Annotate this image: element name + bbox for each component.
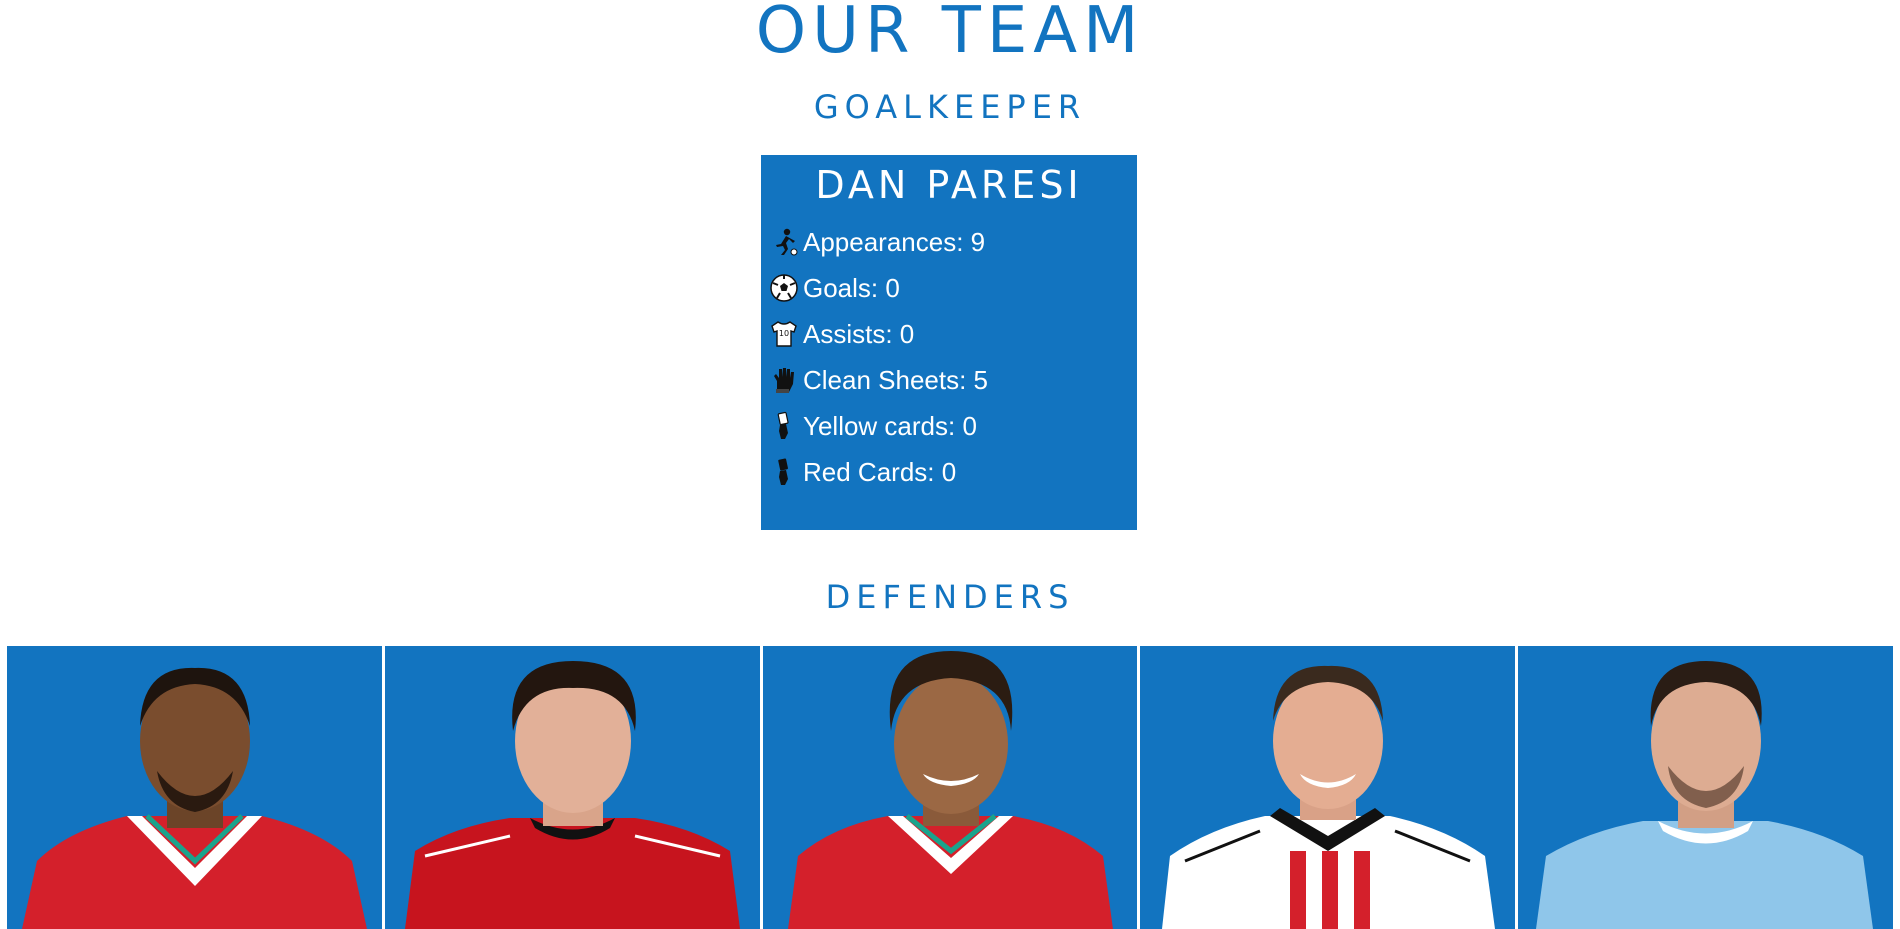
player-photo [1536,661,1874,929]
stat-label: Yellow cards: 0 [803,410,977,441]
stat-assists: 10 Assists: 0 [769,311,1137,357]
stat-label: Appearances: 9 [803,226,986,257]
player-name: DAN PARESI [815,163,1083,207]
player-photo [787,651,1113,929]
soccer-ball-icon [769,273,799,303]
stat-clean-sheets: Clean Sheets: 5 [769,357,1137,403]
player-photo [22,667,367,929]
stat-label: Red Cards: 0 [803,456,957,487]
page-title: OUR TEAM [755,0,1145,68]
stat-label: Clean Sheets: 5 [803,364,989,395]
goalkeeper-glove-icon [769,365,799,395]
defender-card[interactable] [7,646,382,929]
svg-text:10: 10 [779,329,789,338]
yellow-card-icon [769,411,799,441]
player-photo [404,661,740,929]
stat-yellow-cards: Yellow cards: 0 [769,403,1137,449]
stat-label: Assists: 0 [803,318,915,349]
defender-card[interactable] [1140,646,1516,929]
stat-label: Goals: 0 [803,272,900,303]
defender-card[interactable] [1518,646,1893,929]
stat-appearances: Appearances: 9 [769,219,1137,265]
stat-list: Appearances: 9 Goals: 0 10 Assists: 0 Cl… [761,219,1137,495]
defenders-section-title: DEFENDERS [825,578,1075,616]
jersey-icon: 10 [769,319,799,349]
player-kick-icon [769,227,799,257]
stat-goals: Goals: 0 [769,265,1137,311]
defenders-grid [7,646,1893,929]
defender-card[interactable] [384,646,760,929]
player-photo [1162,665,1496,929]
goalkeeper-card[interactable]: DAN PARESI Appearances: 9 Goals: 0 10 As… [761,155,1137,530]
stat-red-cards: Red Cards: 0 [769,449,1137,495]
goalkeeper-section-title: GOALKEEPER [813,88,1087,126]
defender-card[interactable] [762,646,1138,929]
red-card-icon [769,457,799,487]
